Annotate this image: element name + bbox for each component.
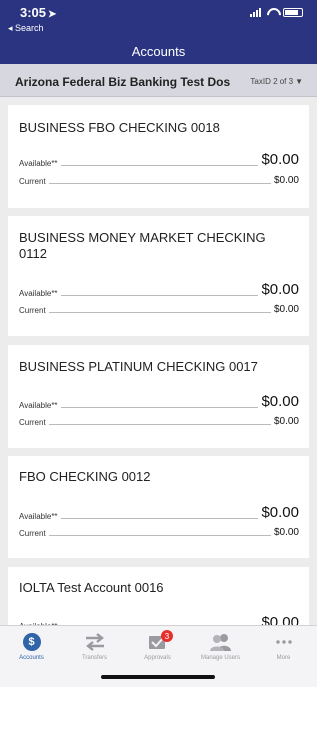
tab-label: Transfers [81,655,108,661]
back-to-search-link[interactable]: ◂ Search [8,23,44,34]
available-balance: $0.00 [261,504,299,521]
account-name: BUSINESS FBO CHECKING 0018 [19,120,220,135]
account-card[interactable]: BUSINESS PLATINUM CHECKING 0017 Availabl… [8,345,309,448]
leader-line [60,295,259,296]
app-header: 3:05 ➤ ◂ Search Accounts [0,0,317,64]
status-icons [250,8,303,17]
current-label: Current [19,177,46,186]
more-dots-icon [275,640,292,644]
signal-icon [250,8,261,17]
account-name: BUSINESS MONEY MARKET CHECKING 0112 [19,230,266,261]
account-name: IOLTA Test Account 0016 [19,580,164,595]
leader-line [48,535,271,536]
leader-line [48,424,271,425]
location-arrow-icon: ➤ [48,9,57,20]
current-balance: $0.00 [273,304,299,315]
current-balance: $0.00 [273,175,299,186]
tab-more[interactable]: More [252,630,315,661]
current-label: Current [19,529,46,538]
home-indicator [101,675,215,679]
account-card[interactable]: BUSINESS FBO CHECKING 0018 Available** $0… [8,105,309,208]
available-row: Available** $0.00 [19,151,299,168]
business-name: Arizona Federal Biz Banking Test Dos [15,75,231,89]
users-icon [209,634,231,651]
chevron-down-icon: ▼ [295,77,303,86]
tab-label: Manage Users [200,655,241,661]
tab-manage-users[interactable]: Manage Users [189,630,252,661]
leader-line [48,312,271,313]
available-row: Available** $0.00 [19,504,299,521]
current-label: Current [19,418,46,427]
battery-icon [283,8,303,17]
business-selector[interactable]: Arizona Federal Biz Banking Test Dos Tax… [0,64,317,97]
available-label: Available** [19,289,58,298]
available-row: Available** $0.00 [19,393,299,410]
account-card[interactable]: BUSINESS MONEY MARKET CHECKING 0112 Avai… [8,216,309,336]
leader-line [60,407,259,408]
taxid-selector[interactable]: TaxID 2 of 3 ▼ [250,77,303,86]
dollar-circle-icon: $ [22,633,41,651]
account-card[interactable]: FBO CHECKING 0012 Available** $0.00 Curre… [8,456,309,558]
available-label: Available** [19,159,58,168]
account-name: FBO CHECKING 0012 [19,469,151,484]
current-row: Current $0.00 [19,175,299,186]
tab-accounts[interactable]: $ Accounts [0,630,63,661]
available-row: Available** $0.00 [19,281,299,298]
current-balance: $0.00 [273,416,299,427]
wifi-icon [266,8,278,17]
transfer-arrows-icon [85,633,104,651]
page-title: Accounts [131,44,186,59]
status-time: 3:05 ➤ [20,5,56,20]
tab-transfers[interactable]: Transfers [63,630,126,661]
available-label: Available** [19,401,58,410]
current-row: Current $0.00 [19,527,299,538]
leader-line [60,165,259,166]
available-balance: $0.00 [261,151,299,168]
leader-line [60,518,259,519]
approvals-badge: 3 [161,630,173,642]
tab-label: More [276,655,291,661]
available-balance: $0.00 [261,281,299,298]
taxid-label: TaxID 2 of 3 [250,77,294,86]
app-screen: 3:05 ➤ ◂ Search Accounts Arizona Federal … [0,0,317,687]
tab-approvals[interactable]: 3 Approvals [126,630,189,661]
leader-line [48,183,271,184]
account-name: BUSINESS PLATINUM CHECKING 0017 [19,359,258,374]
available-label: Available** [19,512,58,521]
current-label: Current [19,306,46,315]
current-row: Current $0.00 [19,416,299,427]
available-balance: $0.00 [261,393,299,410]
tab-label: Accounts [19,655,44,661]
current-balance: $0.00 [273,527,299,538]
current-row: Current $0.00 [19,304,299,315]
tab-label: Approvals [144,655,171,661]
time-text: 3:05 [20,5,47,20]
